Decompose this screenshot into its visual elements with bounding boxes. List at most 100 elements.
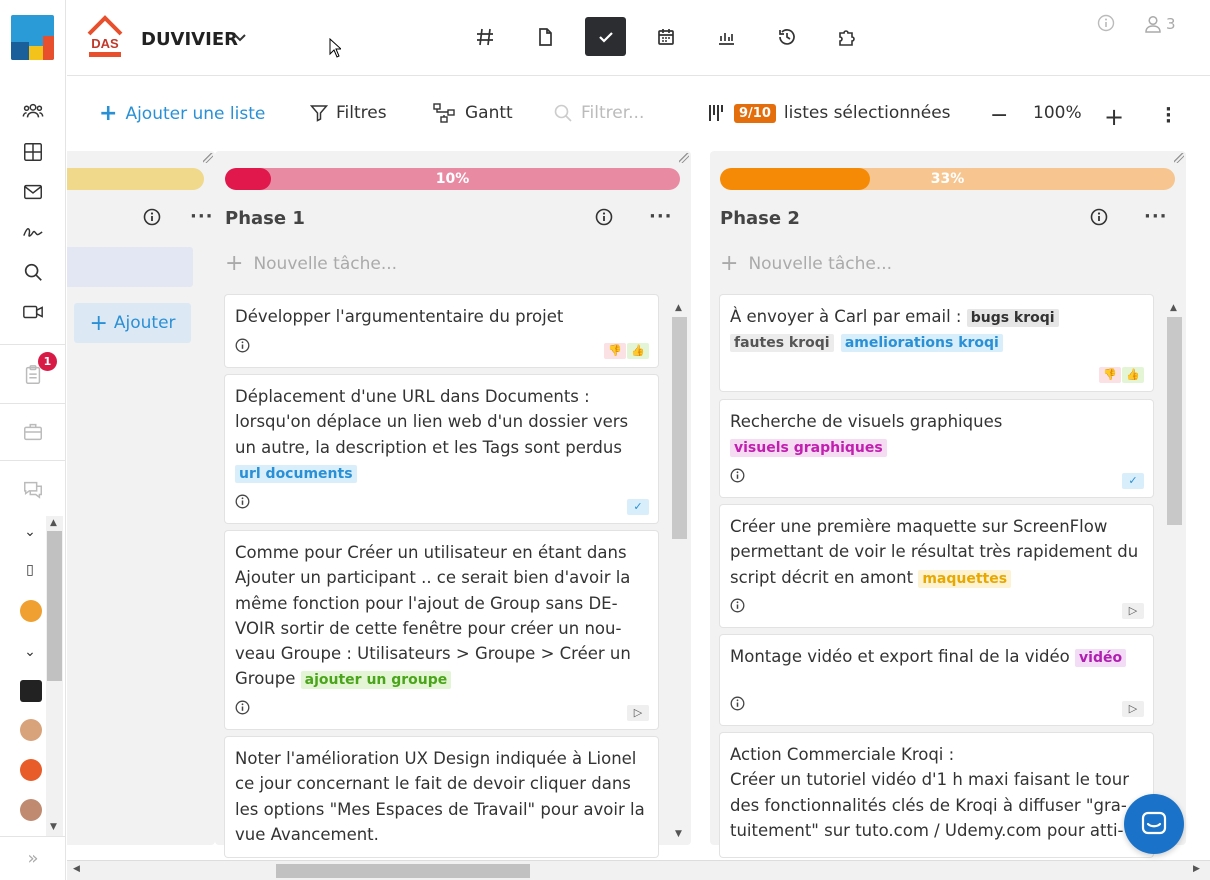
chevron-down-icon[interactable] (233, 30, 247, 48)
list-title[interactable]: Phase 2 (720, 208, 800, 229)
search-icon[interactable] (20, 259, 46, 285)
tag[interactable]: fautes kroqi (730, 334, 834, 353)
signature-icon[interactable] (20, 219, 46, 245)
tag[interactable]: vidéo (1075, 649, 1127, 667)
more-options-icon[interactable]: ··· (1144, 206, 1168, 227)
resize-handle[interactable] (679, 153, 689, 163)
more-options-icon[interactable]: ··· (1165, 101, 1172, 131)
info-icon[interactable] (730, 465, 745, 490)
company-logo-text: DAS (91, 36, 119, 51)
thumbs-down-icon[interactable]: 👎 (1099, 367, 1121, 383)
list-item[interactable] (67, 247, 193, 287)
info-icon[interactable] (235, 491, 250, 516)
info-icon[interactable] (235, 697, 250, 722)
info-icon[interactable] (730, 693, 745, 718)
new-task-input[interactable]: + Nouvelle tâche... (720, 251, 892, 276)
list-scrollbar[interactable]: ▲ ▼ (671, 303, 688, 843)
tag[interactable]: visuels graphiques (730, 439, 887, 458)
thumbs-up-icon[interactable]: 👍 (1122, 367, 1144, 383)
task-card[interactable]: Montage vidéo et export final de la vidé… (720, 635, 1153, 725)
board-horizontal-scrollbar[interactable]: ◀ ▶ (67, 860, 1210, 880)
support-chat-button[interactable] (1124, 794, 1184, 854)
add-list-button[interactable]: + Ajouter une liste (99, 103, 265, 125)
task-status: ✓ (1122, 473, 1144, 489)
info-icon[interactable] (595, 208, 613, 230)
info-icon[interactable] (730, 595, 745, 620)
info-icon[interactable] (1097, 14, 1115, 36)
info-icon[interactable] (235, 335, 250, 360)
briefcase-icon[interactable] (20, 419, 46, 445)
avatar[interactable] (20, 759, 42, 781)
chat-icon[interactable] (20, 476, 46, 502)
task-card[interactable]: Développer l'argumententaire du projet 👎… (225, 295, 658, 367)
task-card[interactable]: Créer une première maquette sur ScreenFl… (720, 505, 1153, 627)
play-icon[interactable]: ▷ (1122, 701, 1144, 717)
avatar[interactable] (20, 719, 42, 741)
chevron-down-icon[interactable]: ⌄ (18, 640, 42, 664)
chart-icon[interactable] (705, 17, 746, 56)
thumbs-up-icon[interactable]: 👍 (627, 343, 649, 359)
avatar[interactable] (20, 799, 42, 821)
chevron-down-icon[interactable]: ⌄ (18, 520, 42, 544)
zoom-in-button[interactable]: + (1104, 103, 1124, 131)
company-name[interactable]: DUVIVIER (141, 29, 238, 50)
list-selection-button[interactable]: 9/10 listes sélectionnées (708, 103, 951, 123)
list-column: ··· + Ajouter (67, 151, 215, 845)
task-card[interactable]: Comme pour Créer un utilisateur en étant… (225, 531, 658, 729)
new-task-input[interactable]: + Nouvelle tâche... (225, 251, 397, 276)
check-icon[interactable]: ✓ (1122, 473, 1144, 489)
video-icon[interactable] (20, 299, 46, 325)
task-card[interactable]: Déplacement d'une URL dans Documents : l… (225, 375, 658, 523)
hash-icon[interactable] (464, 17, 505, 56)
info-icon[interactable] (143, 208, 161, 230)
document-icon[interactable] (524, 17, 565, 56)
resize-handle[interactable] (203, 153, 213, 163)
task-card[interactable]: Noter l'amélioration UX Design indiquée … (225, 737, 658, 857)
task-text-line: Créer un tutoriel vidéo d'1 h maxi faisa… (730, 770, 1129, 840)
tag[interactable]: ajouter un groupe (300, 671, 452, 690)
avatar[interactable] (20, 600, 42, 622)
calendar-icon[interactable] (645, 17, 686, 56)
check-icon[interactable]: ✓ (627, 499, 649, 515)
progress-text: 10% (435, 171, 470, 187)
check-icon[interactable] (585, 17, 626, 56)
selected-label: listes sélectionnées (783, 103, 951, 123)
mail-icon[interactable] (20, 179, 46, 205)
users-icon[interactable] (20, 98, 46, 124)
task-card[interactable]: Recherche de visuels graphiques visuels … (720, 400, 1153, 497)
avatar[interactable] (20, 680, 42, 702)
filter-input[interactable]: Filtrer... (553, 103, 644, 123)
task-card[interactable]: À envoyer à Carl par email : bugs kroqi … (720, 295, 1153, 391)
info-icon[interactable] (1090, 208, 1108, 230)
zoom-out-button[interactable]: − (990, 103, 1008, 128)
resize-handle[interactable] (1174, 153, 1184, 163)
more-options-icon[interactable]: ··· (649, 206, 673, 227)
phone-icon[interactable]: ▯ (18, 558, 42, 582)
company-logo[interactable]: DAS (85, 14, 125, 60)
tag[interactable]: maquettes (918, 569, 1012, 588)
more-options-icon[interactable]: ··· (190, 206, 214, 227)
task-card[interactable]: Action Commerciale Kroqi : Créer un tuto… (720, 733, 1153, 857)
play-icon[interactable]: ▷ (627, 705, 649, 721)
gantt-button[interactable]: Gantt (433, 103, 513, 123)
sidebar-scrollbar[interactable]: ▲ ▼ (46, 516, 63, 836)
filter-placeholder: Filtrer... (581, 103, 645, 123)
tag[interactable]: url documents (235, 464, 357, 483)
list-scrollbar[interactable]: ▲ (1166, 303, 1183, 843)
app-logo[interactable] (11, 15, 54, 60)
thumbs-down-icon[interactable]: 👎 (604, 343, 626, 359)
list-title[interactable]: Phase 1 (225, 208, 305, 229)
add-button[interactable]: + Ajouter (74, 303, 191, 343)
expand-sidebar-button[interactable]: » (0, 836, 66, 880)
history-icon[interactable] (766, 17, 807, 56)
puzzle-icon[interactable] (826, 17, 867, 56)
task-status: ✓ (627, 499, 649, 515)
participants-button[interactable]: 3 (1143, 14, 1176, 34)
play-icon[interactable]: ▷ (1122, 603, 1144, 619)
grid-icon[interactable] (20, 139, 46, 165)
plus-icon: + (99, 101, 118, 126)
tag[interactable]: ameliorations kroqi (840, 334, 1003, 353)
filters-button[interactable]: Filtres (310, 103, 387, 123)
task-text: Montage vidéo et export final de la vidé… (730, 647, 1070, 666)
tag[interactable]: bugs kroqi (966, 309, 1059, 327)
